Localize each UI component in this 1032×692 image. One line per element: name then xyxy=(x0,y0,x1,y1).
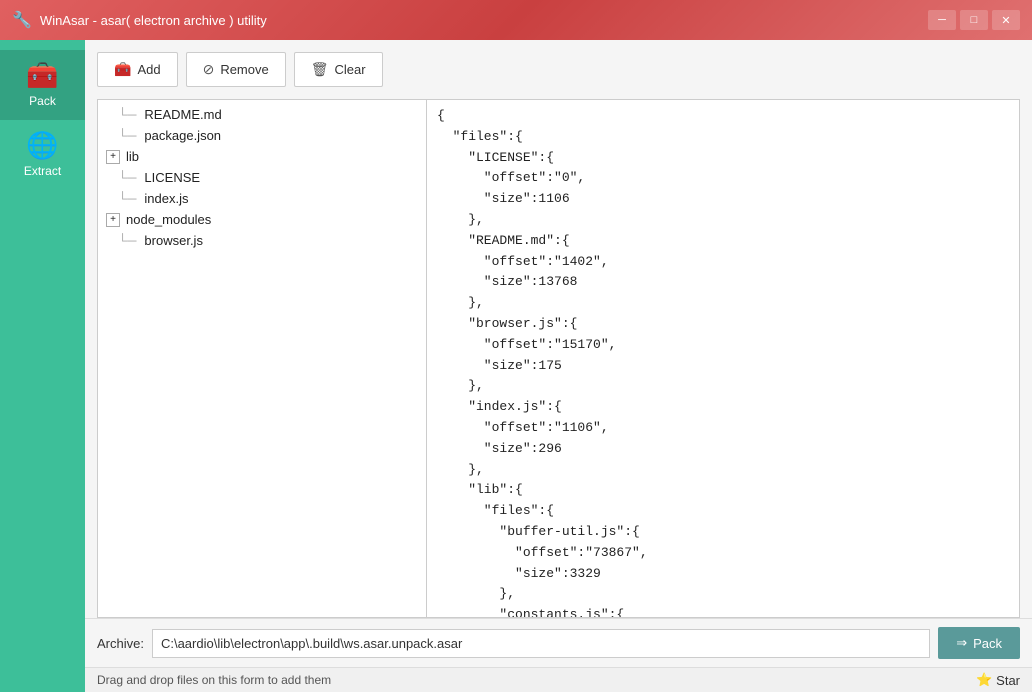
pack-label: Pack xyxy=(973,636,1002,651)
file-name: package.json xyxy=(144,128,221,143)
file-name: browser.js xyxy=(144,233,203,248)
main-panel: └─ README.md └─ package.json + lib └─ LI… xyxy=(85,99,1032,618)
folder-name: node_modules xyxy=(126,212,211,227)
list-item[interactable]: └─ browser.js xyxy=(98,230,426,251)
content-area: 🧰 Add ⊘ Remove 🗑 Clear └─ README.md xyxy=(85,40,1032,692)
expand-icon[interactable]: + xyxy=(106,150,120,164)
sidebar-item-pack[interactable]: 🧰 Pack xyxy=(0,50,85,120)
list-item[interactable]: └─ LICENSE xyxy=(98,167,426,188)
bottom-bar: Archive: ⇒ Pack xyxy=(85,618,1032,667)
app-icon: 🔧 xyxy=(12,10,32,30)
file-name: index.js xyxy=(144,191,188,206)
file-name: LICENSE xyxy=(144,170,200,185)
close-button[interactable]: ✕ xyxy=(992,10,1020,30)
window-controls: ─ □ ✕ xyxy=(928,10,1020,30)
file-tree[interactable]: └─ README.md └─ package.json + lib └─ LI… xyxy=(97,99,427,618)
remove-icon: ⊘ xyxy=(203,61,215,78)
star-icon: ⭐ xyxy=(976,672,992,688)
clear-button[interactable]: 🗑 Clear xyxy=(294,52,383,87)
file-name: README.md xyxy=(144,107,221,122)
sidebar: 🧰 Pack 🌐 Extract xyxy=(0,40,85,692)
archive-input[interactable] xyxy=(152,629,930,658)
minimize-button[interactable]: ─ xyxy=(928,10,956,30)
list-item[interactable]: └─ index.js xyxy=(98,188,426,209)
sidebar-item-extract[interactable]: 🌐 Extract xyxy=(0,120,85,190)
star-button[interactable]: ⭐ Star xyxy=(976,672,1020,688)
add-label: Add xyxy=(137,62,160,77)
pack-icon: ⇒ xyxy=(956,635,967,651)
drag-drop-text: Drag and drop files on this form to add … xyxy=(97,673,331,687)
add-icon: 🧰 xyxy=(114,61,131,78)
folder-name: lib xyxy=(126,149,139,164)
json-viewer: { "files":{ "LICENSE":{ "offset":"0", "s… xyxy=(427,99,1020,618)
maximize-button[interactable]: □ xyxy=(960,10,988,30)
remove-label: Remove xyxy=(220,62,268,77)
extract-icon: 🌐 xyxy=(26,132,58,158)
status-bar: Drag and drop files on this form to add … xyxy=(85,667,1032,692)
extract-label: Extract xyxy=(24,164,61,178)
pack-button[interactable]: ⇒ Pack xyxy=(938,627,1020,659)
clear-label: Clear xyxy=(335,62,366,77)
pack-icon: 🧰 xyxy=(26,62,58,88)
list-item[interactable]: + lib xyxy=(98,146,426,167)
pack-label: Pack xyxy=(29,94,56,108)
list-item[interactable]: └─ package.json xyxy=(98,125,426,146)
app-body: 🧰 Pack 🌐 Extract 🧰 Add ⊘ Remove 🗑 Clear xyxy=(0,40,1032,692)
archive-label: Archive: xyxy=(97,636,144,651)
title-bar-left: 🔧 WinAsar - asar( electron archive ) uti… xyxy=(12,10,267,30)
list-item[interactable]: + node_modules xyxy=(98,209,426,230)
star-label: Star xyxy=(996,673,1020,688)
clear-icon: 🗑 xyxy=(311,61,329,78)
expand-icon[interactable]: + xyxy=(106,213,120,227)
app-title: WinAsar - asar( electron archive ) utili… xyxy=(40,13,267,28)
remove-button[interactable]: ⊘ Remove xyxy=(186,52,286,87)
add-button[interactable]: 🧰 Add xyxy=(97,52,178,87)
toolbar: 🧰 Add ⊘ Remove 🗑 Clear xyxy=(85,40,1032,99)
title-bar: 🔧 WinAsar - asar( electron archive ) uti… xyxy=(0,0,1032,40)
list-item[interactable]: └─ README.md xyxy=(98,104,426,125)
